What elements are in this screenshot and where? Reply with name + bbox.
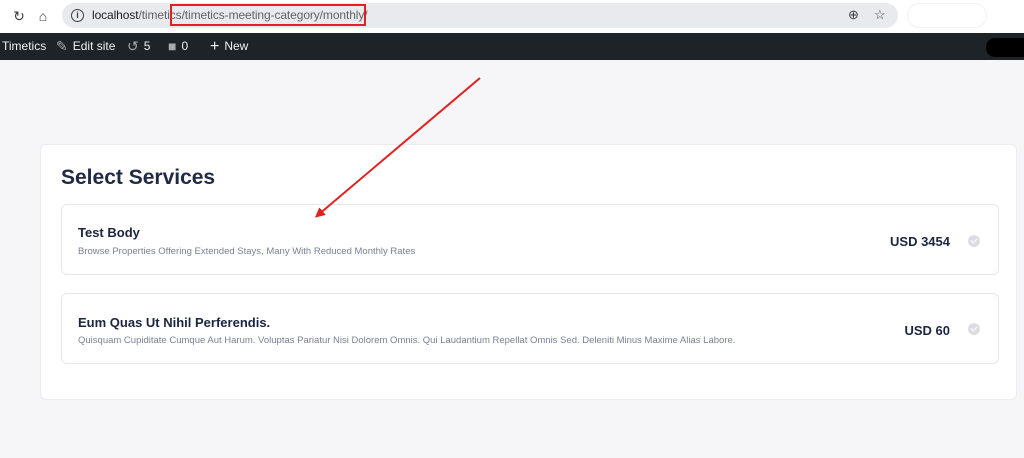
site-name-link[interactable]: Timetics [2,33,46,60]
services-card: Select Services Test Body Browse Propert… [40,144,1017,400]
home-icon[interactable]: ⌂ [34,7,52,25]
comment-icon: ■ [168,38,177,54]
new-label: New [224,39,249,53]
service-item[interactable]: Test Body Browse Properties Offering Ext… [61,204,999,275]
service-price: USD 3454 [890,234,950,249]
zoom-icon[interactable]: ⊕ [848,7,859,23]
page-title: Select Services [61,166,216,189]
service-item[interactable]: Eum Quas Ut Nihil Perferendis. Quisquam … [61,293,999,364]
site-name-label: Timetics [2,39,47,53]
avatar[interactable] [986,38,1024,57]
check-icon[interactable] [968,235,980,247]
star-icon[interactable]: ☆ [874,7,886,23]
service-description: Browse Properties Offering Extended Stay… [78,246,416,257]
updates-icon: ↺ [127,38,139,54]
service-name: Test Body [78,225,140,240]
brush-icon: ✎ [56,38,68,54]
check-icon[interactable] [968,323,980,335]
browser-toolbar: ↻ ⌂ i localhost/timetics/timetics-meetin… [0,0,1024,33]
edit-site-link[interactable]: ✎ Edit site [56,33,115,60]
info-icon[interactable]: i [71,9,84,22]
updates-link[interactable]: ↺ 5 [127,33,150,60]
comments-link[interactable]: ■ 0 [168,33,188,60]
plus-icon: + [210,38,220,55]
url-host: localhost [92,8,139,22]
comments-count: 0 [181,39,189,53]
reload-icon[interactable]: ↻ [10,7,28,25]
service-price: USD 60 [904,323,950,338]
url-highlight-box [170,4,366,26]
updates-count: 5 [143,39,151,53]
service-description: Quisquam Cupiditate Cumque Aut Harum. Vo… [78,335,736,346]
edit-site-label: Edit site [72,39,116,53]
new-content-link[interactable]: + New [210,33,248,60]
profile-pill[interactable] [907,3,987,28]
admin-bar: Timetics ✎ Edit site ↺ 5 ■ 0 + New [0,33,1024,60]
service-name: Eum Quas Ut Nihil Perferendis. [78,315,271,330]
